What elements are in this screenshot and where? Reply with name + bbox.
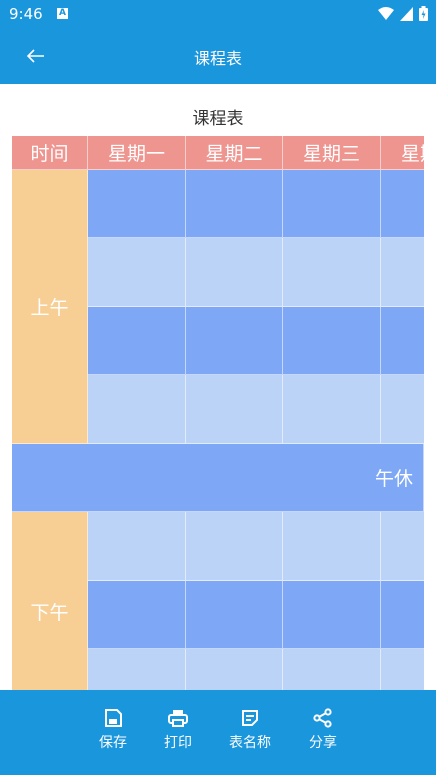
course-cell[interactable] [88, 375, 186, 444]
header-thursday: 星期四 [381, 136, 424, 170]
share-button[interactable]: 分享 [293, 708, 353, 752]
course-cell[interactable] [381, 307, 424, 375]
course-cell[interactable] [283, 307, 381, 375]
course-cell[interactable] [186, 375, 283, 444]
course-cell[interactable] [88, 307, 186, 375]
course-cell[interactable] [283, 170, 381, 238]
notification-icon: A [57, 8, 68, 19]
course-cell[interactable] [186, 512, 283, 581]
course-cell[interactable] [283, 375, 381, 444]
course-cell[interactable] [283, 649, 381, 690]
period-afternoon: 下午 [12, 512, 88, 690]
share-label: 分享 [309, 735, 337, 751]
signal-icon [400, 6, 413, 21]
header-wednesday: 星期三 [283, 136, 381, 170]
status-bar: 9:46 A [0, 0, 436, 28]
rename-button[interactable]: 表名称 [220, 708, 280, 752]
course-cell[interactable] [381, 375, 424, 444]
course-cell[interactable] [381, 238, 424, 307]
print-label: 打印 [164, 735, 192, 751]
share-icon [313, 708, 332, 728]
wifi-icon [378, 6, 394, 20]
period-morning: 上午 [12, 170, 88, 444]
course-cell[interactable] [186, 238, 283, 307]
save-label: 保存 [99, 735, 127, 751]
header-monday: 星期一 [88, 136, 186, 170]
course-cell[interactable] [381, 581, 424, 649]
course-cell[interactable] [88, 238, 186, 307]
course-cell[interactable] [186, 649, 283, 690]
header-tuesday: 星期二 [186, 136, 283, 170]
app-bar: 课程表 [0, 28, 436, 84]
status-icons [378, 6, 428, 21]
app-title: 课程表 [193, 49, 242, 68]
battery-icon [419, 6, 428, 21]
sheet-title: 课程表 [192, 109, 244, 129]
course-cell[interactable] [88, 170, 186, 238]
course-cell[interactable] [186, 170, 283, 238]
course-cell[interactable] [186, 581, 283, 649]
course-cell[interactable] [381, 649, 424, 690]
rename-label: 表名称 [229, 735, 271, 751]
timetable[interactable]: 时间 星期一 星期二 星期三 星期四 上午 午休 下午 [12, 136, 424, 690]
save-button[interactable]: 保存 [83, 708, 143, 752]
print-button[interactable]: 打印 [148, 708, 208, 752]
course-cell[interactable] [283, 512, 381, 581]
course-cell[interactable] [283, 581, 381, 649]
bottom-toolbar: 保存 打印 表名称 分享 [0, 690, 436, 775]
course-cell[interactable] [88, 581, 186, 649]
course-cell[interactable] [381, 170, 424, 238]
course-cell[interactable] [381, 512, 424, 581]
course-cell[interactable] [186, 307, 283, 375]
save-icon [105, 709, 122, 727]
course-cell[interactable] [88, 649, 186, 690]
header-time: 时间 [12, 136, 88, 170]
lunch-break-row: 午休 [12, 444, 424, 512]
print-icon [168, 710, 188, 727]
course-cell[interactable] [283, 238, 381, 307]
course-cell[interactable] [88, 512, 186, 581]
rename-icon [242, 710, 258, 726]
status-time: 9:46 [9, 5, 43, 23]
